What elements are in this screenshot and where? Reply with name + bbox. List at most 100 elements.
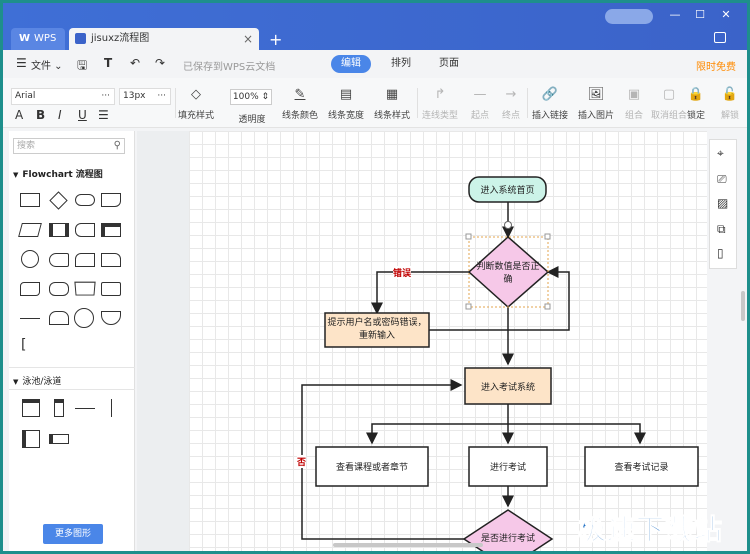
opacity-input[interactable]: 100% ⇕: [230, 89, 272, 105]
shape-horizontal-pool[interactable]: [22, 430, 40, 448]
shape-punched-tape[interactable]: [20, 282, 40, 296]
unlock-tool[interactable]: 🔓 解锁: [715, 86, 745, 121]
shape-stored-data[interactable]: [75, 223, 95, 237]
sidebar-toggle-icon[interactable]: [714, 32, 726, 43]
maximize-button[interactable]: ☐: [693, 8, 707, 21]
save-icon[interactable]: 🖫: [77, 56, 87, 77]
line-style-tool[interactable]: ▦ 线条样式: [367, 86, 417, 121]
shape-vertical-divider[interactable]: [111, 399, 112, 417]
edge-exam-to-course[interactable]: [366, 423, 508, 445]
shape-search-input[interactable]: 搜索 ⚲: [13, 138, 125, 154]
insert-link-tool[interactable]: 🔗 插入链接: [525, 86, 575, 121]
shape-line[interactable]: [20, 318, 40, 319]
bold-button[interactable]: B: [36, 108, 45, 122]
fill-style-label: 填充样式: [177, 111, 214, 121]
lock-tool[interactable]: 🔒 锁定: [681, 86, 711, 121]
font-color-icon[interactable]: A: [15, 108, 23, 122]
tab-document[interactable]: jisuxz流程图 ×: [69, 28, 259, 50]
node-error-text[interactable]: 提示用户名或密码错误，重新输入: [327, 315, 427, 345]
rotate-handle[interactable]: [504, 221, 512, 229]
font-family-value: Arial: [15, 91, 36, 101]
hamburger-icon[interactable]: ☰: [16, 56, 27, 70]
line-style-icon: ▦: [385, 87, 399, 102]
resize-handle[interactable]: [544, 233, 551, 240]
shape-terminator[interactable]: [75, 194, 95, 206]
shape-data[interactable]: [18, 223, 42, 237]
shape-delay[interactable]: [49, 311, 69, 325]
drawing-canvas[interactable]: 进入系统首页 判断数值是否正确 提示用户名或密码错误，重新输入 进入考试系统 查…: [189, 131, 707, 551]
shape-manual-operation[interactable]: [74, 281, 96, 296]
shape-off-page[interactable]: [101, 311, 121, 325]
node-start-text[interactable]: 进入系统首页: [469, 177, 546, 202]
expand-triangle-icon: ▼: [13, 171, 19, 179]
navigate-icon[interactable]: ⌖: [717, 146, 724, 161]
page-icon[interactable]: ▯: [717, 246, 724, 260]
shape-connector[interactable]: [21, 250, 39, 268]
edge-decision-to-error[interactable]: [371, 271, 469, 315]
font-family-select[interactable]: Arial ···: [11, 88, 115, 105]
search-icon[interactable]: ⚲: [114, 139, 121, 153]
more-shapes-button[interactable]: 更多图形: [43, 524, 103, 544]
file-menu[interactable]: 文件 ⌄: [31, 57, 63, 72]
format-icon[interactable]: ⎚: [717, 172, 727, 187]
edge-label-error[interactable]: 错误: [393, 266, 412, 279]
line-width-tool[interactable]: ▤ 线条宽度: [321, 86, 371, 121]
shape-annotation[interactable]: [: [21, 337, 26, 353]
vertical-scrollbar[interactable]: [741, 291, 745, 321]
minimize-button[interactable]: —: [668, 8, 682, 21]
fill-style-tool[interactable]: ◇ 填充样式: [171, 86, 221, 121]
resize-handle[interactable]: [465, 233, 472, 240]
shape-decision[interactable]: [49, 191, 68, 210]
tab-edit[interactable]: 编辑: [331, 55, 371, 73]
shape-predefined-process[interactable]: [49, 223, 69, 237]
edge-exam-to-records[interactable]: [508, 423, 646, 445]
shape-process[interactable]: [20, 193, 40, 207]
redo-icon[interactable]: ↷: [155, 56, 165, 70]
node-decision1-text[interactable]: 判断数值是否正确: [475, 257, 541, 287]
shape-manual-input[interactable]: [75, 253, 95, 267]
shape-sequential-storage[interactable]: [49, 253, 69, 267]
shape-horizontal-lane[interactable]: [49, 434, 69, 444]
shape-vertical-lane[interactable]: [54, 399, 64, 417]
shape-card[interactable]: [101, 253, 121, 267]
new-tab-button[interactable]: +: [269, 30, 282, 49]
horizontal-scrollbar[interactable]: [333, 543, 483, 547]
format-painter-icon[interactable]: T: [104, 56, 112, 70]
resize-handle[interactable]: [544, 303, 551, 310]
shape-circle[interactable]: [74, 308, 94, 328]
align-icon[interactable]: ☰: [98, 108, 109, 122]
shape-document[interactable]: [101, 193, 121, 207]
shape-display[interactable]: [49, 282, 69, 296]
tab-arrange[interactable]: 排列: [381, 55, 421, 73]
close-window-button[interactable]: ✕: [719, 8, 733, 21]
tab-page[interactable]: 页面: [429, 55, 469, 73]
app-window: W WPS jisuxz流程图 × + — ☐ ✕ ☰ 文件 ⌄ 🖫 T ↶ ↷ …: [3, 3, 747, 551]
tab-wps-home[interactable]: W WPS: [11, 28, 65, 50]
user-avatar[interactable]: [605, 9, 653, 24]
save-status: 已保存到WPS云文档: [183, 62, 276, 73]
node-records-text[interactable]: 查看考试记录: [585, 447, 698, 486]
shape-internal-storage[interactable]: [101, 223, 121, 237]
underline-button[interactable]: U: [78, 108, 87, 122]
italic-button[interactable]: I: [58, 108, 62, 122]
font-size-select[interactable]: 13px ···: [119, 88, 171, 105]
node-course-text[interactable]: 查看课程或者章节: [316, 447, 428, 486]
line-color-tool[interactable]: ✎ 线条颜色: [275, 86, 325, 121]
undo-icon[interactable]: ↶: [130, 56, 140, 70]
tab-close-icon[interactable]: ×: [243, 28, 253, 50]
section-swimlane[interactable]: ▼ 泳池/泳道: [13, 374, 61, 387]
limited-free-badge[interactable]: 限时免费: [696, 58, 736, 73]
expand-triangle-icon: ▼: [13, 378, 19, 386]
node-take-text[interactable]: 进行考试: [469, 447, 547, 486]
section-flowchart[interactable]: ▼ Flowchart 流程图: [13, 167, 103, 180]
tab-wps-label: WPS: [34, 33, 57, 44]
canvas-area[interactable]: 进入系统首页 判断数值是否正确 提示用户名或密码错误，重新输入 进入考试系统 查…: [137, 131, 707, 551]
edge-label-no[interactable]: 否: [297, 455, 307, 468]
node-exam-text[interactable]: 进入考试系统: [465, 368, 551, 404]
resize-handle[interactable]: [465, 303, 472, 310]
shape-preparation[interactable]: [101, 282, 121, 296]
shape-horizontal-divider[interactable]: [75, 408, 95, 409]
image-edit-icon[interactable]: ▨: [717, 196, 728, 210]
pages-icon[interactable]: ⧉: [717, 222, 726, 237]
shape-pool[interactable]: [22, 399, 40, 417]
